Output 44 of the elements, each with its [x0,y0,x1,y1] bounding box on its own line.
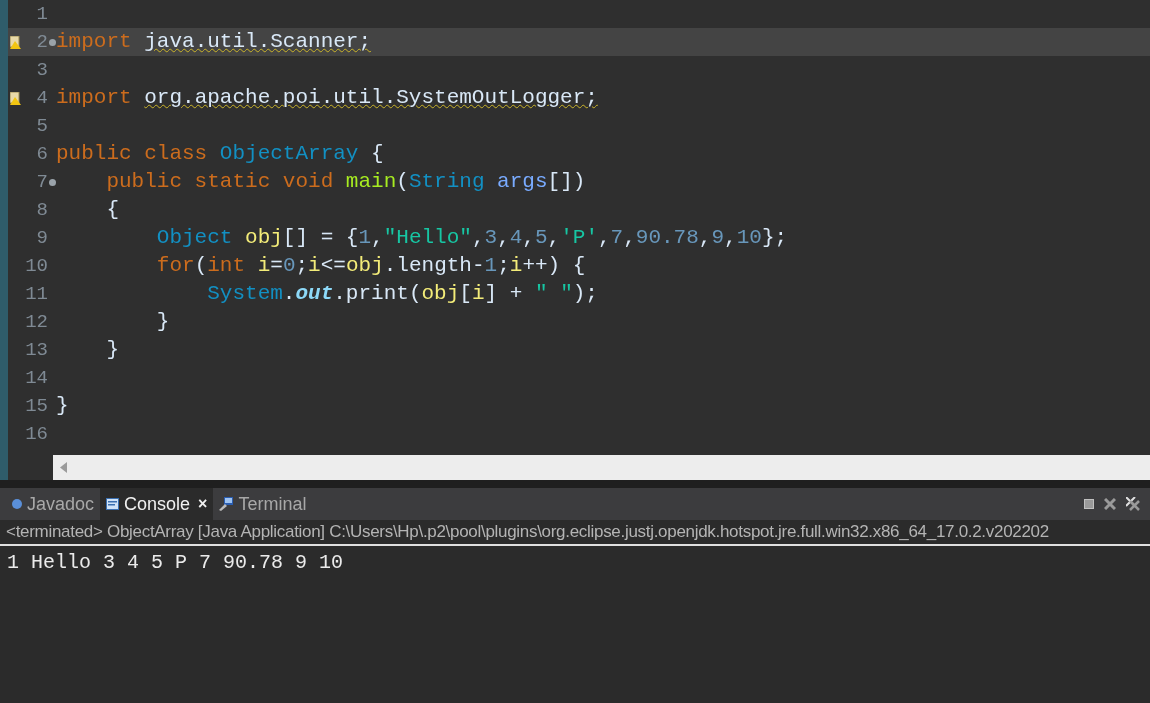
line-number: 8 [35,198,48,223]
line-number: 12 [24,310,48,335]
code-line: Object obj[] = {1,"Hello",3,4,5,'P',7,90.78,9,10}; [155,225,788,251]
terminal-icon [219,497,234,511]
code-line: System.out.print(obj[i] + " "); [206,281,598,307]
code-line: public static void main(String args[]) [105,169,586,195]
remove-all-icon[interactable] [1126,497,1140,511]
fold-icon[interactable] [48,38,56,46]
line-number: 6 [35,142,48,167]
line-number: 11 [24,282,48,307]
at-icon [12,499,22,509]
scroll-left-icon[interactable] [60,462,67,473]
close-icon[interactable]: × [198,492,208,516]
console-output: 1 Hello 3 4 5 P 7 90.78 9 10 [7,551,344,574]
line-number: 16 [24,422,48,447]
line-number: 2 [35,30,48,55]
line-number: 4 [35,86,48,111]
line-number: 9 [35,226,48,251]
line-number: 13 [24,338,48,363]
code-line: import org.apache.poi.util.SystemOutLogger; [56,85,598,111]
view-tab[interactable]: Terminal [213,488,313,520]
console-icon [106,498,120,510]
code-line: } [56,393,69,419]
console-header: <terminated> ObjectArray [Java Application] C:\Users\Hp\.p2\pool\plugins\org.eclipse.justj.openjdk.hotspot.jre.full.win32.x86_64_17.0.2.v202202 [6,521,1049,544]
line-number: 14 [24,366,48,391]
code-line: for(int i=0;i<=obj.length-1;i++) { [155,253,586,279]
line-number: 5 [35,114,48,139]
warning-icon [10,35,22,49]
warning-icon [10,91,22,105]
code-line: import java.util.Scanner; [56,29,372,55]
line-number: 1 [35,2,48,27]
remove-icon[interactable] [1104,498,1116,510]
line-number: 15 [24,394,48,419]
code-line: { [105,197,119,223]
line-number: 7 [35,170,48,195]
line-number: 10 [24,254,48,279]
code-line: public class ObjectArray { [56,141,384,167]
fold-icon[interactable] [48,178,56,186]
view-tab[interactable]: Console × [100,488,214,520]
code-line: } [155,309,170,335]
code-line: } [105,337,119,363]
line-number: 3 [35,58,48,83]
horizontal-scrollbar[interactable] [53,455,1150,480]
view-tab[interactable]: Javadoc [6,488,101,520]
